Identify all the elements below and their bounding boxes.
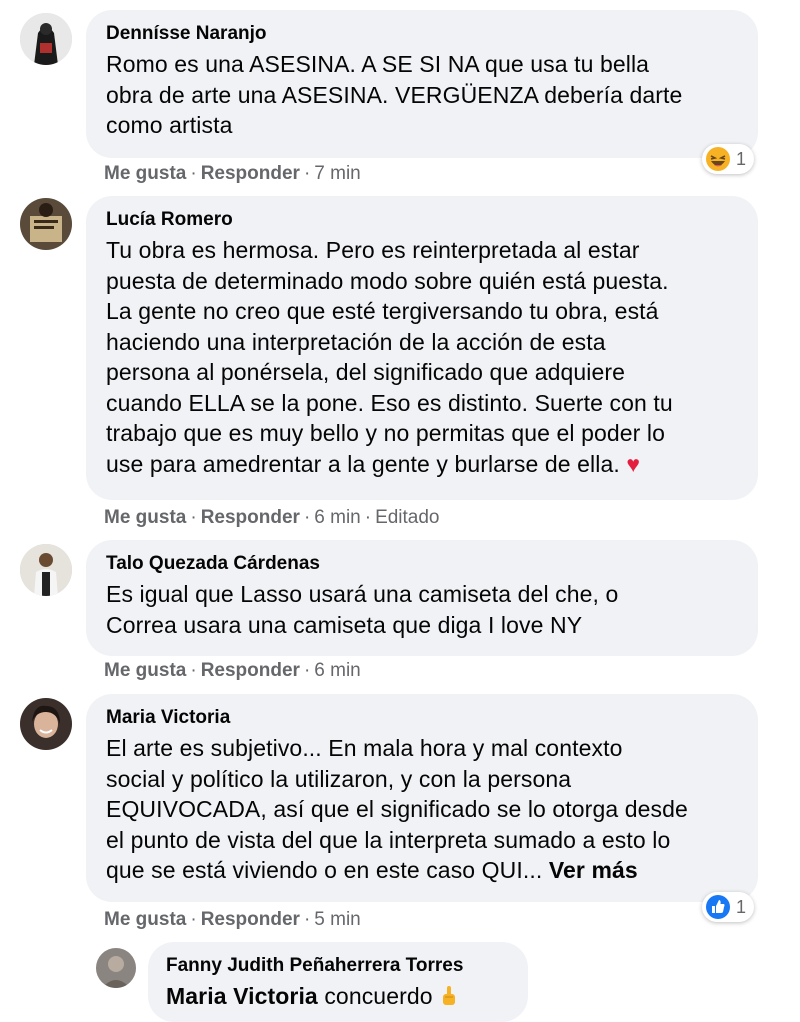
comment-bubble: Dennísse Naranjo Romo es una ASESINA. A … (86, 10, 758, 158)
avatar-image (20, 198, 72, 250)
comment-actions: Me gusta · Responder · 7 min (104, 162, 361, 186)
comment-author[interactable]: Talo Quezada Cárdenas (106, 552, 738, 576)
avatar[interactable] (20, 698, 72, 750)
avatar[interactable] (20, 198, 72, 250)
reaction-number: 1 (736, 896, 747, 917)
separator: · (303, 660, 311, 681)
comment-author[interactable]: Maria Victoria (106, 706, 738, 730)
reaction-count[interactable]: 1 (702, 144, 755, 174)
avatar-image (20, 13, 72, 65)
separator: · (303, 507, 311, 528)
heart-icon: ♥ (626, 450, 641, 477)
comment-author[interactable]: Lucía Romero (106, 208, 738, 232)
comment-bubble: Lucía Romero Tu obra es hermosa. Pero es… (86, 196, 758, 500)
avatar[interactable] (20, 544, 72, 596)
like-link[interactable]: Me gusta (104, 909, 186, 930)
reply-link[interactable]: Responder (201, 507, 300, 528)
mention-link[interactable]: Maria Victoria (166, 983, 318, 1009)
separator: · (364, 507, 372, 528)
comment-text: El arte es subjetivo... En mala hora y m… (106, 733, 738, 886)
comment-actions: Me gusta · Responder · 6 min (104, 659, 361, 683)
reply-link[interactable]: Responder (201, 163, 300, 184)
comment-bubble: Talo Quezada Cárdenas Es igual que Lasso… (86, 540, 758, 656)
separator: · (303, 909, 311, 930)
reaction-count[interactable]: 1 (702, 892, 755, 922)
comment-actions: Me gusta · Responder · 6 min · Editado (104, 506, 440, 530)
like-thumb-icon (706, 895, 730, 919)
see-more-link[interactable]: Ver más (549, 857, 638, 883)
avatar-image (20, 544, 72, 596)
comment-text: Es igual que Lasso usará una camiseta de… (106, 581, 619, 638)
timestamp[interactable]: 5 min (314, 909, 360, 930)
avatar-image (20, 698, 72, 750)
reply-link[interactable]: Responder (201, 660, 300, 681)
reply-author[interactable]: Fanny Judith Peñaherrera Torres (166, 954, 510, 978)
timestamp[interactable]: 6 min (314, 660, 360, 681)
comment-text: Romo es una ASESINA. A SE SI NA que usa … (106, 51, 683, 138)
separator: · (190, 163, 197, 184)
reaction-number: 1 (736, 148, 747, 169)
comment-author[interactable]: Dennísse Naranjo (106, 22, 738, 46)
like-link[interactable]: Me gusta (104, 660, 186, 681)
avatar[interactable] (96, 948, 136, 988)
comment-bubble: Maria Victoria El arte es subjetivo... E… (86, 694, 758, 902)
haha-emoji-icon (706, 147, 730, 171)
separator: · (303, 163, 311, 184)
edited-label[interactable]: Editado (375, 507, 439, 528)
reply-text: Maria Victoria concuerdo (166, 981, 510, 1012)
reply-bubble: Fanny Judith Peñaherrera Torres Maria Vi… (148, 942, 528, 1022)
comment-text: Tu obra es hermosa. Pero es reinterpreta… (106, 235, 738, 479)
reply-link[interactable]: Responder (201, 909, 300, 930)
comment-actions: Me gusta · Responder · 5 min (104, 908, 361, 932)
avatar[interactable] (20, 13, 72, 65)
separator: · (190, 909, 197, 930)
like-link[interactable]: Me gusta (104, 163, 186, 184)
avatar-image (96, 948, 136, 988)
comment-body: Tu obra es hermosa. Pero es reinterpreta… (106, 237, 673, 477)
timestamp[interactable]: 7 min (314, 163, 360, 184)
pointing-up-hand-icon (443, 986, 456, 1005)
separator: · (190, 507, 197, 528)
like-link[interactable]: Me gusta (104, 507, 186, 528)
separator: · (190, 660, 197, 681)
reply-body: concuerdo (324, 983, 433, 1009)
timestamp[interactable]: 6 min (314, 507, 360, 528)
